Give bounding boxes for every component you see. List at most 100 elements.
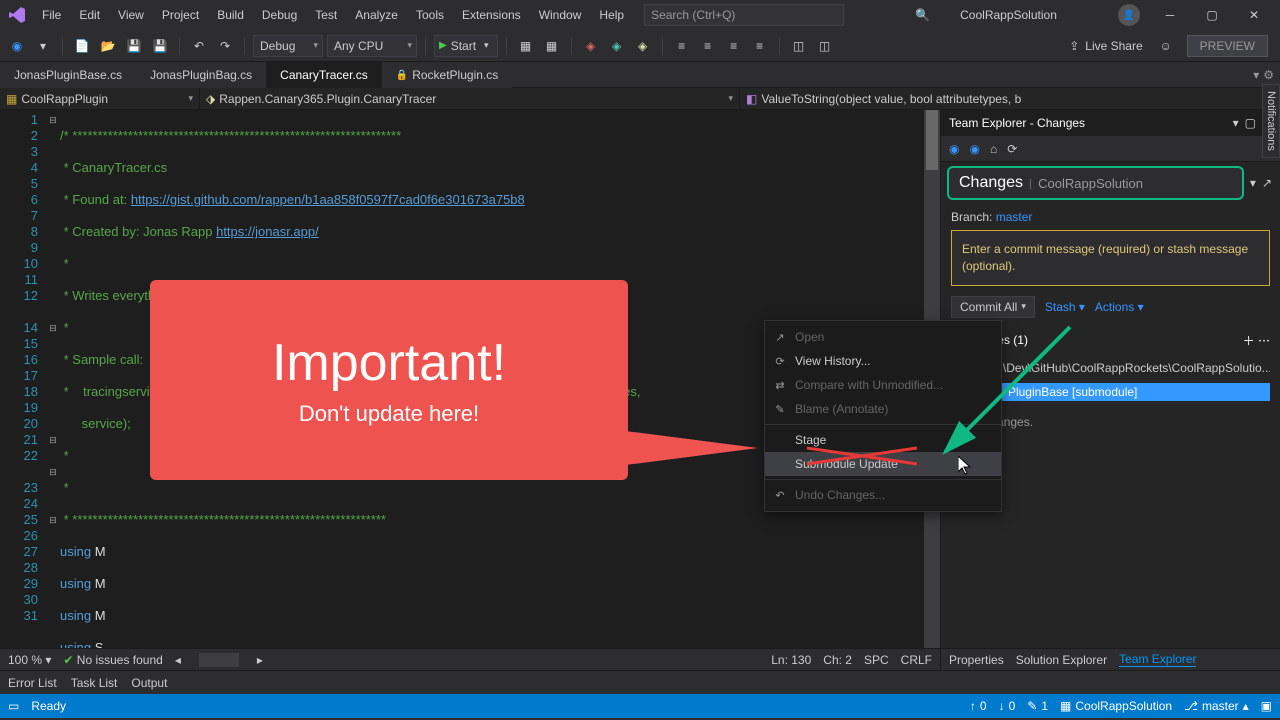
cm-compare[interactable]: ⇄Compare with Unmodified...: [765, 373, 1001, 397]
te-dropdown-icon[interactable]: ▾: [1233, 116, 1239, 130]
cm-view-history[interactable]: ⟳View History...: [765, 349, 1001, 373]
menu-test[interactable]: Test: [307, 4, 345, 26]
preview-button[interactable]: PREVIEW: [1187, 35, 1268, 57]
horizontal-scrollbar[interactable]: [199, 653, 239, 667]
menu-extensions[interactable]: Extensions: [454, 4, 529, 26]
notifications-tab[interactable]: Notifications: [1262, 84, 1280, 158]
issues-status[interactable]: ✔ No issues found: [63, 653, 162, 667]
avatar[interactable]: 👤: [1118, 4, 1140, 26]
maximize-button[interactable]: ▢: [1192, 1, 1232, 29]
tb-icon-10[interactable]: ◫: [788, 35, 810, 57]
open-icon: ↗: [773, 331, 787, 344]
spc-indicator[interactable]: SPC: [864, 653, 889, 667]
nav-bar: ▦CoolRappPlugin ⬗Rappen.Canary365.Plugin…: [0, 88, 1280, 110]
tb-icon-8[interactable]: ≡: [723, 35, 745, 57]
te-home-icon[interactable]: ⌂: [990, 142, 997, 156]
tb-icon-5[interactable]: ◈: [632, 35, 654, 57]
tab-jonaspluginbase[interactable]: JonasPluginBase.cs: [0, 62, 136, 88]
tb-icon-9[interactable]: ≡: [749, 35, 771, 57]
menu-view[interactable]: View: [110, 4, 152, 26]
menu-tools[interactable]: Tools: [408, 4, 452, 26]
status-push[interactable]: ↑ 0: [970, 699, 987, 713]
status-changes[interactable]: ✎ 1: [1027, 699, 1048, 713]
status-pull[interactable]: ↓ 0: [999, 699, 1016, 713]
nav-class[interactable]: ⬗Rappen.Canary365.Plugin.CanaryTracer: [200, 88, 740, 109]
start-button[interactable]: ▶Start▾: [434, 35, 498, 57]
tab-task-list[interactable]: Task List: [71, 676, 118, 690]
tab-canarytracer[interactable]: CanaryTracer.cs: [266, 62, 382, 88]
search-icon[interactable]: 🔍: [905, 8, 940, 22]
tb-icon-1[interactable]: ▦: [515, 35, 537, 57]
te-fwd-icon[interactable]: ◉: [969, 142, 979, 156]
tab-jonaspluginbag[interactable]: JonasPluginBag.cs: [136, 62, 266, 88]
zoom-combo[interactable]: 100 % ▾: [8, 653, 51, 667]
tb-icon-2[interactable]: ▦: [541, 35, 563, 57]
commit-message-input[interactable]: Enter a commit message (required) or sta…: [951, 230, 1270, 286]
cm-open[interactable]: ↗Open: [765, 325, 1001, 349]
open-icon[interactable]: 📂: [97, 35, 119, 57]
minimize-button[interactable]: ─: [1150, 1, 1190, 29]
stash-link[interactable]: Stash ▾: [1045, 300, 1085, 314]
config-combo[interactable]: Debug: [253, 35, 323, 57]
cm-blame[interactable]: ✎Blame (Annotate): [765, 397, 1001, 421]
status-branch[interactable]: ⎇ master ▴: [1184, 699, 1249, 713]
add-icon[interactable]: ＋: [1243, 334, 1255, 348]
save-icon[interactable]: 💾: [123, 35, 145, 57]
menu-help[interactable]: Help: [591, 4, 632, 26]
tab-dropdown-icon[interactable]: ▾: [1253, 68, 1259, 82]
actions-link[interactable]: Actions ▾: [1095, 300, 1144, 314]
redo-icon[interactable]: ↷: [214, 35, 236, 57]
feedback-icon[interactable]: ☺: [1155, 35, 1177, 57]
menu-edit[interactable]: Edit: [71, 4, 108, 26]
cm-submodule-update[interactable]: Submodule Update: [765, 452, 1001, 476]
te-back-icon[interactable]: ◉: [949, 142, 959, 156]
lock-icon: 🔒: [396, 70, 408, 81]
forward-icon[interactable]: ▾: [32, 35, 54, 57]
save-all-icon[interactable]: 💾: [149, 35, 171, 57]
tb-icon-7[interactable]: ≡: [697, 35, 719, 57]
back-icon[interactable]: ◉: [6, 35, 28, 57]
crlf-indicator[interactable]: CRLF: [901, 653, 932, 667]
platform-combo[interactable]: Any CPU: [327, 35, 417, 57]
tb-icon-6[interactable]: ≡: [671, 35, 693, 57]
menu-analyze[interactable]: Analyze: [347, 4, 406, 26]
menu-debug[interactable]: Debug: [254, 4, 305, 26]
tab-gear-icon[interactable]: ⚙: [1263, 68, 1274, 82]
live-share-button[interactable]: ⇪ Live Share: [1061, 39, 1150, 53]
nav-member[interactable]: ◧ValueToString(object value, bool attrib…: [740, 88, 1280, 109]
nav-project[interactable]: ▦CoolRappPlugin: [0, 88, 200, 109]
more-icon[interactable]: ⋯: [1258, 334, 1270, 348]
status-ready-icon: ▭: [8, 699, 19, 713]
tb-icon-4[interactable]: ◈: [606, 35, 628, 57]
te-section-dropdown-icon[interactable]: ▾: [1250, 176, 1256, 190]
menu-project[interactable]: Project: [154, 4, 207, 26]
fold-column[interactable]: ⊟⊟⊟⊟⊟: [46, 110, 60, 648]
tab-error-list[interactable]: Error List: [8, 676, 57, 690]
new-icon[interactable]: 📄: [71, 35, 93, 57]
tab-rocketplugin[interactable]: 🔒RocketPlugin.cs: [382, 62, 513, 88]
te-section-header[interactable]: Changes | CoolRappSolution: [947, 166, 1244, 200]
tab-properties[interactable]: Properties: [949, 653, 1004, 667]
status-notify-icon[interactable]: ▣: [1261, 699, 1272, 713]
te-popout-icon[interactable]: ↗: [1262, 176, 1272, 190]
menu-window[interactable]: Window: [531, 4, 590, 26]
branch-link[interactable]: master: [996, 210, 1033, 224]
status-repo[interactable]: ▦ CoolRappSolution: [1060, 699, 1172, 713]
tab-solution-explorer[interactable]: Solution Explorer: [1016, 653, 1107, 667]
undo-icon[interactable]: ↶: [188, 35, 210, 57]
hscroll-left-icon[interactable]: ◂: [175, 653, 181, 667]
menu-file[interactable]: File: [34, 4, 69, 26]
search-input[interactable]: Search (Ctrl+Q): [644, 4, 844, 26]
tab-team-explorer[interactable]: Team Explorer: [1119, 652, 1196, 667]
menu-build[interactable]: Build: [209, 4, 252, 26]
te-pin-icon[interactable]: ▢: [1245, 116, 1256, 130]
tab-output[interactable]: Output: [131, 676, 167, 690]
commit-all-button[interactable]: Commit All▾: [951, 296, 1035, 318]
close-button[interactable]: ✕: [1234, 1, 1274, 29]
te-refresh-icon[interactable]: ⟳: [1007, 142, 1017, 156]
hscroll-right-icon[interactable]: ▸: [257, 653, 263, 667]
cm-stage[interactable]: Stage: [765, 428, 1001, 452]
cm-undo-changes[interactable]: ↶Undo Changes...: [765, 483, 1001, 507]
tb-icon-11[interactable]: ◫: [814, 35, 836, 57]
tb-icon-3[interactable]: ◈: [580, 35, 602, 57]
